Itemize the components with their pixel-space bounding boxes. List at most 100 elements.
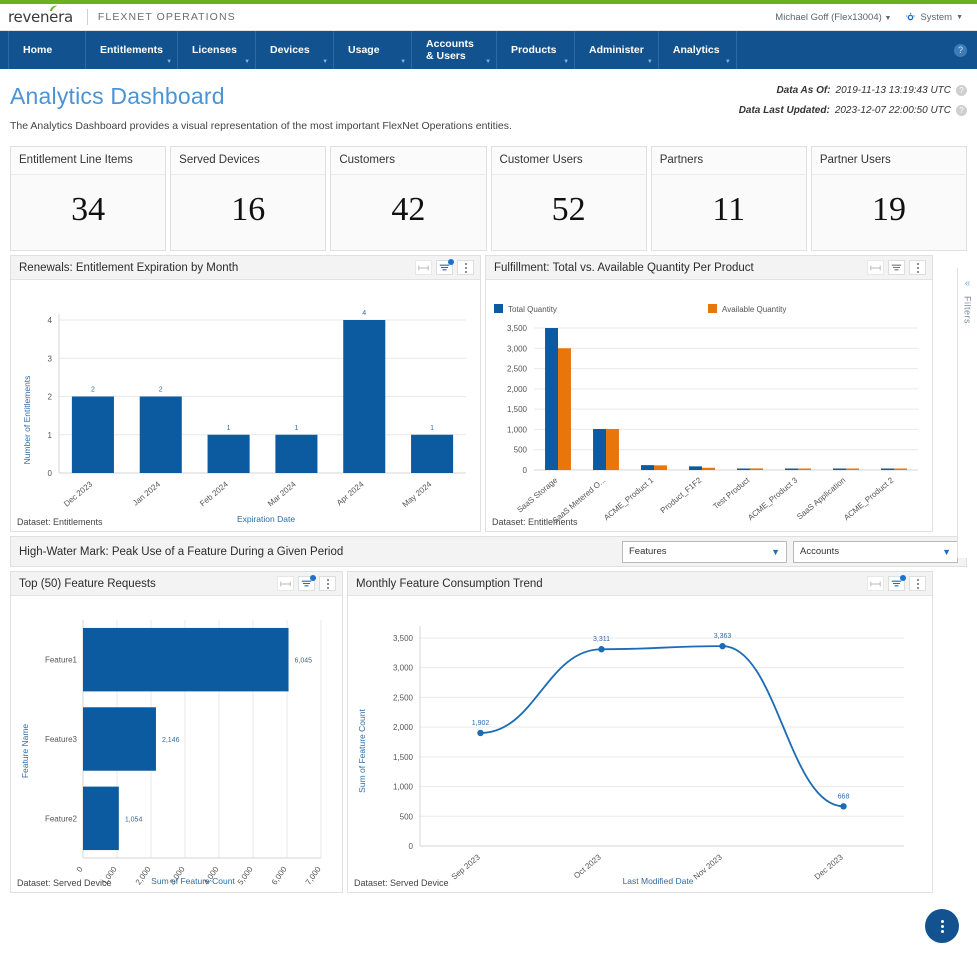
svg-text:Last Modified Date: Last Modified Date bbox=[623, 876, 694, 886]
filter-icon[interactable] bbox=[436, 259, 454, 275]
user-name: Michael Goff (Flex13004) bbox=[775, 11, 882, 23]
filters-rail[interactable]: « Filters bbox=[957, 268, 977, 558]
data-as-of-value: 2019-11-13 13:19:43 UTC bbox=[835, 85, 951, 96]
svg-text:0: 0 bbox=[48, 469, 53, 478]
resize-icon[interactable] bbox=[277, 576, 294, 591]
nav-label: Usage bbox=[348, 43, 380, 56]
svg-text:Mar 2024: Mar 2024 bbox=[266, 479, 298, 508]
chevron-down-icon: ▼ bbox=[956, 13, 963, 21]
svg-text:Sum of Feature Count: Sum of Feature Count bbox=[357, 709, 367, 793]
svg-text:Apr 2024: Apr 2024 bbox=[335, 479, 366, 507]
svg-text:Feature3: Feature3 bbox=[45, 735, 78, 744]
info-icon[interactable]: ? bbox=[956, 105, 967, 116]
product-name: FLEXNET OPERATIONS bbox=[97, 11, 236, 23]
hwm-title: High-Water Mark: Peak Use of a Feature D… bbox=[19, 545, 344, 558]
revenera-logo[interactable]: revenera bbox=[8, 5, 77, 26]
nav-item-entitlements[interactable]: Entitlements ▼ bbox=[86, 31, 179, 69]
nav-label: Entitlements bbox=[100, 43, 164, 56]
svg-text:Expiration Date: Expiration Date bbox=[237, 514, 295, 524]
card-body: 0 500 1,000 1,500 2,000 2,500 3,000 3,500 1,902… bbox=[348, 596, 932, 892]
kpi-value: 11 bbox=[712, 190, 746, 228]
svg-text:Number of Entitlements: Number of Entitlements bbox=[22, 376, 32, 465]
nav-item-analytics[interactable]: Analytics ▼ bbox=[659, 31, 737, 69]
kpi-title: Served Devices bbox=[171, 147, 326, 175]
kpi-card-entitlement-line-items[interactable]: Entitlement Line Items 34 bbox=[10, 146, 167, 251]
kpi-card-served-devices[interactable]: Served Devices 16 bbox=[170, 146, 327, 251]
svg-text:1: 1 bbox=[294, 425, 298, 432]
menu-icon[interactable] bbox=[457, 260, 474, 275]
svg-text:668: 668 bbox=[838, 793, 850, 800]
resize-icon[interactable] bbox=[867, 576, 884, 591]
nav-label: Accounts & Users bbox=[426, 37, 474, 62]
nav-item-usage[interactable]: Usage ▼ bbox=[334, 31, 413, 69]
svg-text:5,000: 5,000 bbox=[236, 865, 255, 887]
nav-item-products[interactable]: Products ▼ bbox=[497, 31, 576, 69]
help-icon[interactable]: ? bbox=[954, 43, 967, 57]
user-menu[interactable]: Michael Goff (Flex13004) ▼ bbox=[775, 12, 891, 23]
menu-icon[interactable] bbox=[909, 576, 926, 591]
svg-text:2,000: 2,000 bbox=[507, 385, 528, 394]
data-as-of: Data As Of: 2019-11-13 13:19:43 UTC ? bbox=[739, 85, 967, 96]
svg-text:1: 1 bbox=[48, 431, 53, 440]
page-footer bbox=[0, 953, 977, 957]
svg-text:3,311: 3,311 bbox=[593, 636, 610, 643]
svg-text:500: 500 bbox=[514, 446, 528, 455]
menu-icon[interactable] bbox=[319, 576, 336, 591]
kpi-card-customers[interactable]: Customers 42 bbox=[330, 146, 487, 251]
svg-text:2: 2 bbox=[48, 393, 53, 402]
svg-text:3,363: 3,363 bbox=[714, 633, 732, 640]
svg-text:SaaS Application: SaaS Application bbox=[795, 476, 847, 522]
card-body: 0 1 2 3 4 2 2 1 1 4 1 Dec 2023 Jan 2024 Feb 2024 Mar… bbox=[11, 280, 480, 531]
brand-divider bbox=[86, 9, 88, 25]
svg-text:0: 0 bbox=[523, 466, 528, 475]
info-icon[interactable]: ? bbox=[956, 85, 967, 96]
svg-text:7,000: 7,000 bbox=[304, 865, 323, 887]
renewals-chart[interactable]: 0 1 2 3 4 2 2 1 1 4 1 Dec 2023 Jan 2024 Feb 2024 Mar… bbox=[11, 280, 480, 531]
kpi-card-partner-users[interactable]: Partner Users 19 bbox=[810, 146, 968, 251]
kpi-card-partners[interactable]: Partners 11 bbox=[650, 146, 807, 251]
nav-item-home[interactable]: Home bbox=[8, 31, 86, 69]
svg-text:6,000: 6,000 bbox=[270, 865, 289, 887]
kpi-value: 34 bbox=[71, 190, 106, 228]
svg-text:2,146: 2,146 bbox=[162, 737, 180, 744]
resize-icon[interactable] bbox=[867, 260, 884, 275]
card-header: Renewals: Entitlement Expiration by Mont… bbox=[11, 256, 480, 280]
card-toolbar bbox=[277, 575, 336, 591]
kpi-card-customer-users[interactable]: Customer Users 52 bbox=[490, 146, 647, 251]
filter-icon[interactable] bbox=[888, 260, 905, 275]
filter-icon[interactable] bbox=[298, 575, 316, 591]
dashboard-actions-fab[interactable] bbox=[925, 909, 959, 943]
nav-item-administer[interactable]: Administer ▼ bbox=[575, 31, 659, 69]
accounts-select[interactable]: Accounts ▼ bbox=[793, 540, 958, 563]
card-header: Top (50) Feature Requests bbox=[11, 572, 342, 596]
consumption-trend-chart[interactable]: 0 500 1,000 1,500 2,000 2,500 3,000 3,500 1,902… bbox=[348, 596, 932, 892]
svg-text:Test Product: Test Product bbox=[711, 475, 751, 511]
svg-text:2,000: 2,000 bbox=[134, 865, 153, 887]
features-select[interactable]: Features ▼ bbox=[622, 540, 787, 563]
filter-icon[interactable] bbox=[888, 575, 906, 591]
high-water-mark-bar: High-Water Mark: Peak Use of a Feature D… bbox=[10, 536, 967, 567]
svg-text:1,000: 1,000 bbox=[393, 783, 414, 792]
nav-item-licenses[interactable]: Licenses ▼ bbox=[178, 31, 257, 69]
data-last-updated: Data Last Updated: 2023-12-07 22:00:50 U… bbox=[739, 105, 967, 116]
svg-text:Feb 2024: Feb 2024 bbox=[198, 479, 230, 508]
dataset-label: Dataset: Served Device bbox=[354, 878, 449, 888]
feature-requests-chart[interactable]: 6,045 2,146 1,054 Feature1 Feature3 Feature2… bbox=[11, 596, 342, 892]
card-body: 6,045 2,146 1,054 Feature1 Feature3 Feature2… bbox=[11, 596, 342, 892]
svg-text:Sep 2023: Sep 2023 bbox=[450, 852, 482, 881]
chevron-down-icon: ▼ bbox=[322, 59, 329, 66]
collapse-left-icon[interactable]: « bbox=[965, 278, 971, 289]
card-title: Top (50) Feature Requests bbox=[19, 577, 156, 590]
svg-text:SaaS Storage: SaaS Storage bbox=[515, 475, 559, 514]
nav-label: Licenses bbox=[192, 43, 237, 56]
card-consumption-trend: Monthly Feature Consumption Trend 0 500 … bbox=[347, 571, 933, 893]
resize-icon[interactable] bbox=[415, 260, 432, 275]
nav-item-accounts-users[interactable]: Accounts & Users ▼ bbox=[412, 31, 498, 69]
kpi-title: Partners bbox=[651, 147, 806, 175]
system-menu[interactable]: System ▼ bbox=[905, 12, 963, 23]
menu-icon[interactable] bbox=[909, 260, 926, 275]
fulfillment-chart[interactable]: Total Quantity Available Quantity 0 500 1,0… bbox=[486, 280, 932, 531]
nav-item-devices[interactable]: Devices ▼ bbox=[256, 31, 335, 69]
card-body: Total Quantity Available Quantity 0 500 1,0… bbox=[486, 280, 932, 531]
card-toolbar bbox=[867, 260, 926, 275]
